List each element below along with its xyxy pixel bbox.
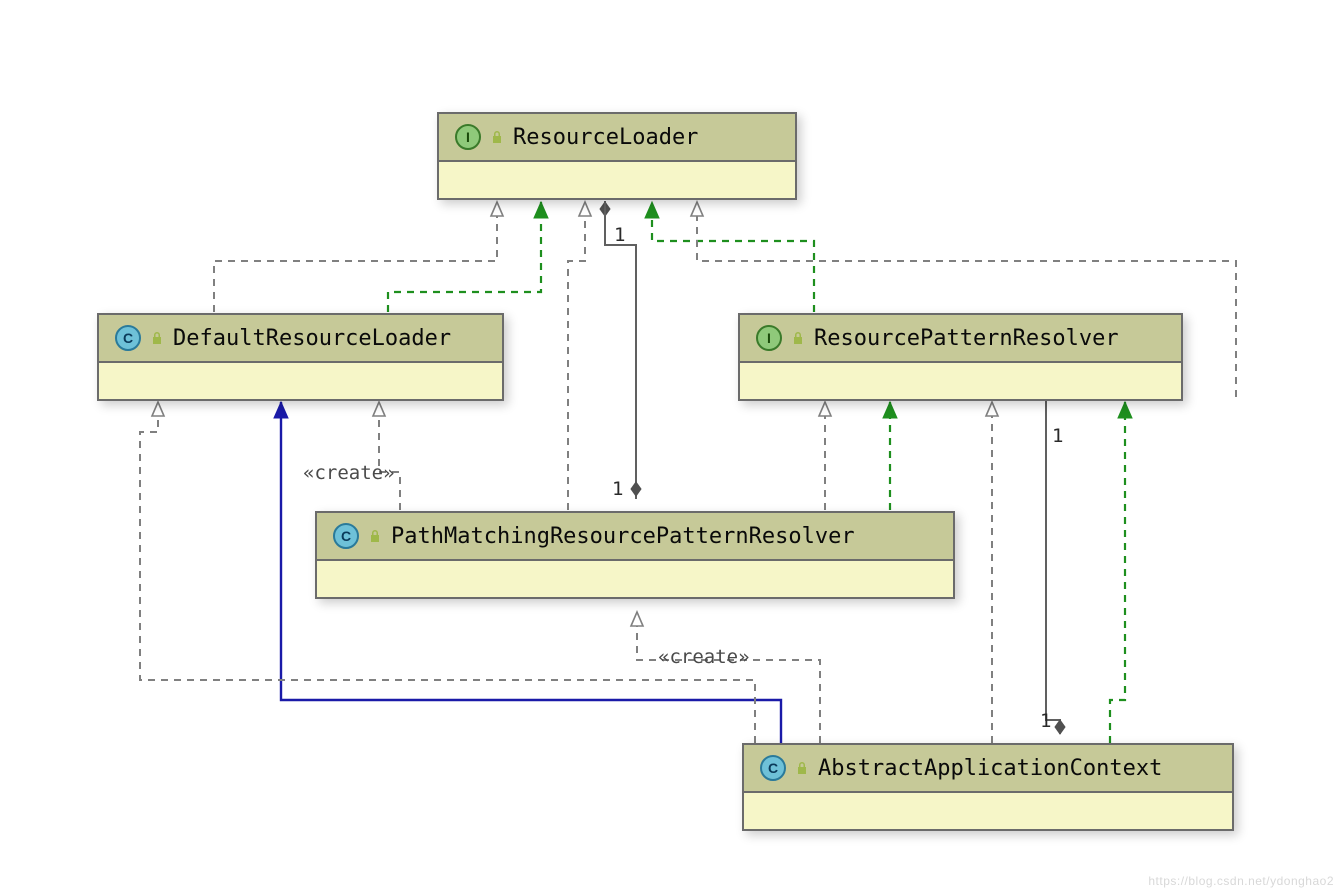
class-resource-pattern-resolver: I ResourcePatternResolver [738, 313, 1183, 401]
class-abstract-application-context: C AbstractApplicationContext [742, 743, 1234, 831]
class-badge-icon: C [760, 755, 786, 781]
class-header: I ResourceLoader [439, 114, 795, 162]
class-body [744, 793, 1232, 829]
class-name: DefaultResourceLoader [173, 326, 451, 351]
interface-badge-icon: I [455, 124, 481, 150]
class-body [317, 561, 953, 597]
multiplicity-label: 1 [1040, 710, 1051, 732]
class-name: ResourcePatternResolver [814, 326, 1119, 351]
class-path-matching-resolver: C PathMatchingResourcePatternResolver [315, 511, 955, 599]
lock-icon [367, 528, 383, 544]
interface-badge-icon: I [756, 325, 782, 351]
class-badge-icon: C [333, 523, 359, 549]
class-resource-loader: I ResourceLoader [437, 112, 797, 200]
class-header: C AbstractApplicationContext [744, 745, 1232, 793]
lock-icon [489, 129, 505, 145]
create-stereotype: «create» [658, 646, 750, 668]
class-header: C PathMatchingResourcePatternResolver [317, 513, 953, 561]
class-name: PathMatchingResourcePatternResolver [391, 524, 855, 549]
class-body [740, 363, 1181, 399]
multiplicity-label: 1 [614, 224, 625, 246]
class-header: C DefaultResourceLoader [99, 315, 502, 363]
watermark-text: https://blog.csdn.net/ydonghao2 [1148, 874, 1334, 888]
class-body [99, 363, 502, 399]
class-name: AbstractApplicationContext [818, 756, 1162, 781]
uml-diagram: I ResourceLoader C DefaultResourceLoader… [0, 0, 1342, 894]
lock-icon [794, 760, 810, 776]
lock-icon [149, 330, 165, 346]
multiplicity-label: 1 [612, 478, 623, 500]
class-default-resource-loader: C DefaultResourceLoader [97, 313, 504, 401]
create-stereotype: «create» [303, 462, 395, 484]
class-name: ResourceLoader [513, 125, 698, 150]
class-header: I ResourcePatternResolver [740, 315, 1181, 363]
multiplicity-label: 1 [1052, 425, 1063, 447]
class-body [439, 162, 795, 198]
lock-icon [790, 330, 806, 346]
class-badge-icon: C [115, 325, 141, 351]
